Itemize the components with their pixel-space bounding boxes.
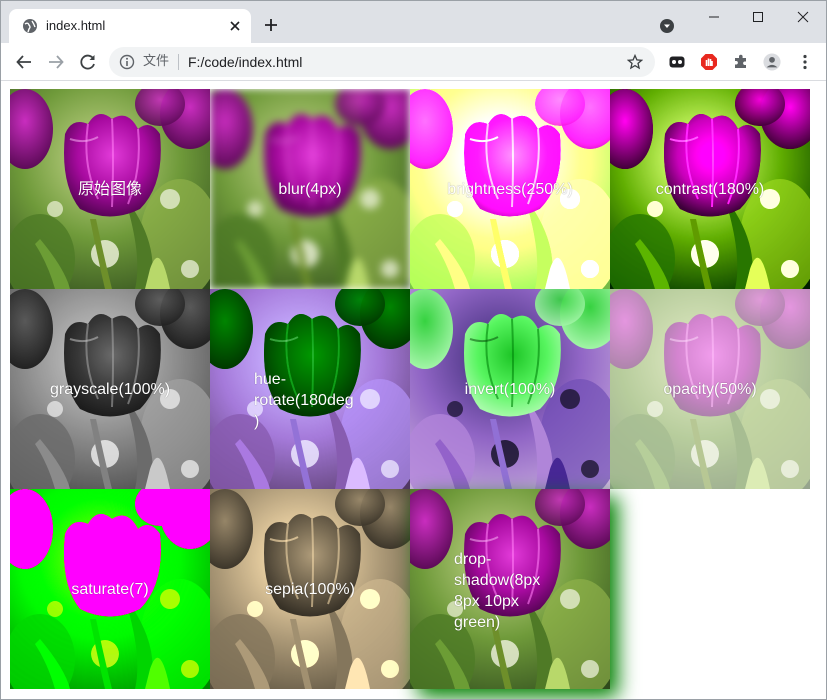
filter-caption: grayscale(100%): [49, 381, 171, 398]
filter-caption: brightness(250%): [447, 181, 573, 198]
filter-caption: 原始图像: [77, 181, 142, 198]
tab-search-icon[interactable]: [659, 18, 675, 34]
filter-grid: 原始图像 blur(4px) brightness(250%) contrast…: [10, 89, 810, 689]
maximize-icon[interactable]: [745, 7, 771, 27]
filter-caption: contrast(180%): [655, 181, 765, 198]
divider: [178, 54, 179, 70]
back-arrow-icon[interactable]: [15, 53, 33, 71]
kebab-menu-icon[interactable]: [796, 53, 814, 71]
mask-extension-icon[interactable]: [668, 53, 686, 71]
filter-caption: blur(4px): [278, 181, 342, 198]
plus-icon[interactable]: [263, 17, 279, 33]
tab-strip: index.html: [1, 1, 826, 43]
forward-arrow-icon[interactable]: [47, 53, 65, 71]
address-bar[interactable]: 文件 F:/code/index.html: [109, 47, 655, 77]
url-text[interactable]: F:/code/index.html: [188, 54, 302, 70]
filter-tile-grayscale: grayscale(100%): [10, 289, 210, 489]
tab-index-html[interactable]: index.html: [9, 9, 251, 43]
filter-tile-blur: blur(4px): [210, 89, 410, 289]
close-icon[interactable]: [227, 18, 243, 34]
filter-tile-saturate: saturate(7): [10, 489, 210, 689]
filter-caption: saturate(7): [71, 581, 149, 598]
toolbar: 文件 F:/code/index.html: [1, 43, 826, 81]
tab-title: index.html: [46, 18, 106, 33]
avatar-icon[interactable]: [763, 53, 781, 71]
filter-tile-hue-rotate: hue-rotate(180deg): [210, 289, 410, 489]
filter-caption: drop-shadow(8px 8px 10px green): [454, 551, 541, 631]
reload-icon[interactable]: [79, 53, 97, 71]
filter-tile-brightness: brightness(250%): [410, 89, 610, 289]
window-close-icon[interactable]: [790, 7, 816, 27]
minimize-icon[interactable]: [701, 7, 727, 27]
filter-tile-invert: invert(100%): [410, 289, 610, 489]
filter-caption: opacity(50%): [663, 381, 757, 398]
filter-caption: sepia(100%): [265, 581, 355, 598]
filter-tile-drop-shadow: drop-shadow(8px 8px 10px green): [410, 489, 610, 689]
filter-caption: hue-rotate(180deg): [254, 371, 354, 430]
filter-caption: invert(100%): [464, 381, 556, 398]
adblock-extension-icon[interactable]: [700, 53, 718, 71]
filter-tile-contrast: contrast(180%): [610, 89, 810, 289]
puzzle-icon[interactable]: [732, 53, 750, 71]
filter-tile-sepia: sepia(100%): [210, 489, 410, 689]
browser-window: index.html 文件 F:/code/index.html 原始图像 bl…: [0, 0, 827, 700]
filter-tile-original: 原始图像: [10, 89, 210, 289]
site-label: 文件: [143, 54, 170, 69]
info-icon[interactable]: [119, 54, 135, 70]
star-icon[interactable]: [627, 54, 643, 70]
filter-tile-opacity: opacity(50%): [610, 289, 810, 489]
globe-icon: [23, 19, 37, 33]
